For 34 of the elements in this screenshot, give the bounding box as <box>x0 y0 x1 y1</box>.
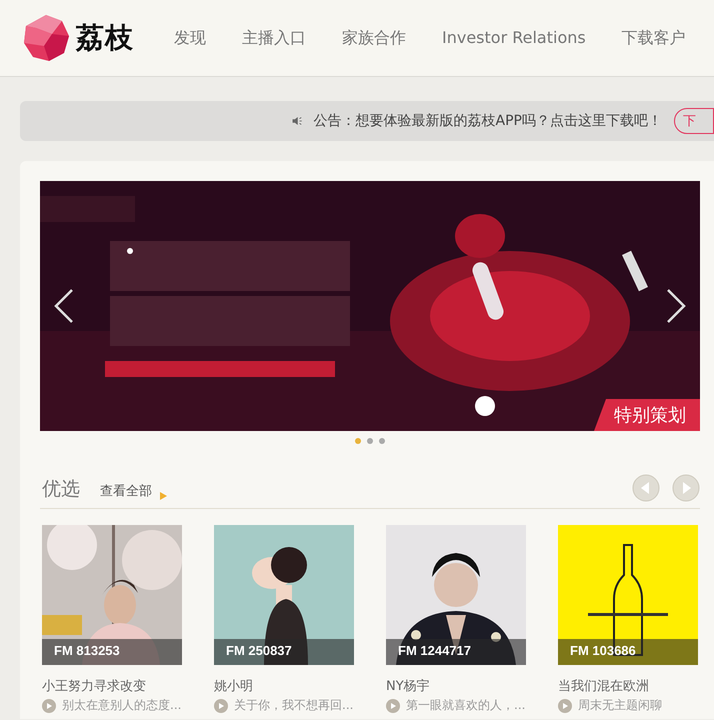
nav-link[interactable]: 主播入口 <box>242 28 306 48</box>
station-name[interactable]: 姚小明 <box>214 677 354 695</box>
station-name[interactable]: NY杨宇 <box>386 677 526 695</box>
latest-episode[interactable]: 关于你，我不想再回... <box>234 697 354 714</box>
latest-episode[interactable]: 周末无主题闲聊 <box>578 697 662 714</box>
carousel-dot[interactable] <box>367 438 373 444</box>
nav-link[interactable]: 家族合作 <box>342 28 406 48</box>
notice-text: 公告：想要体验最新版的荔枝APP吗？点击这里下载吧！ <box>314 112 662 130</box>
nav-link[interactable]: 下载客户 <box>622 28 686 48</box>
fm-number: FM 103686 <box>558 639 698 665</box>
play-icon[interactable] <box>214 698 228 712</box>
download-button[interactable]: 下 <box>674 108 714 134</box>
logo-text: 荔枝 <box>76 20 134 56</box>
carousel-dot[interactable] <box>379 438 385 444</box>
latest-episode[interactable]: 第一眼就喜欢的人，... <box>406 697 526 714</box>
play-icon[interactable] <box>42 698 56 712</box>
nav-link[interactable]: 发现 <box>174 28 206 48</box>
banner-tag: 特别策划 <box>594 399 700 431</box>
fm-number: FM 813253 <box>42 639 182 665</box>
latest-episode[interactable]: 别太在意别人的态度... <box>62 697 182 714</box>
logo-icon <box>22 14 70 62</box>
view-all-link[interactable]: 查看全部 <box>100 482 152 500</box>
play-icon[interactable] <box>558 698 572 712</box>
fm-number: FM 1244717 <box>386 639 526 665</box>
triangle-icon <box>160 492 167 500</box>
fm-number: FM 250837 <box>214 639 354 665</box>
nav-link[interactable]: Investor Relations <box>442 28 586 48</box>
station-name[interactable]: 当我们混在欧洲 <box>558 677 698 695</box>
station-name[interactable]: 小王努力寻求改变 <box>42 677 182 695</box>
next-button[interactable] <box>672 474 700 502</box>
play-icon[interactable] <box>386 698 400 712</box>
carousel-dot[interactable] <box>355 438 361 444</box>
section-title: 优选 <box>42 477 80 502</box>
previous-button[interactable] <box>632 474 660 502</box>
